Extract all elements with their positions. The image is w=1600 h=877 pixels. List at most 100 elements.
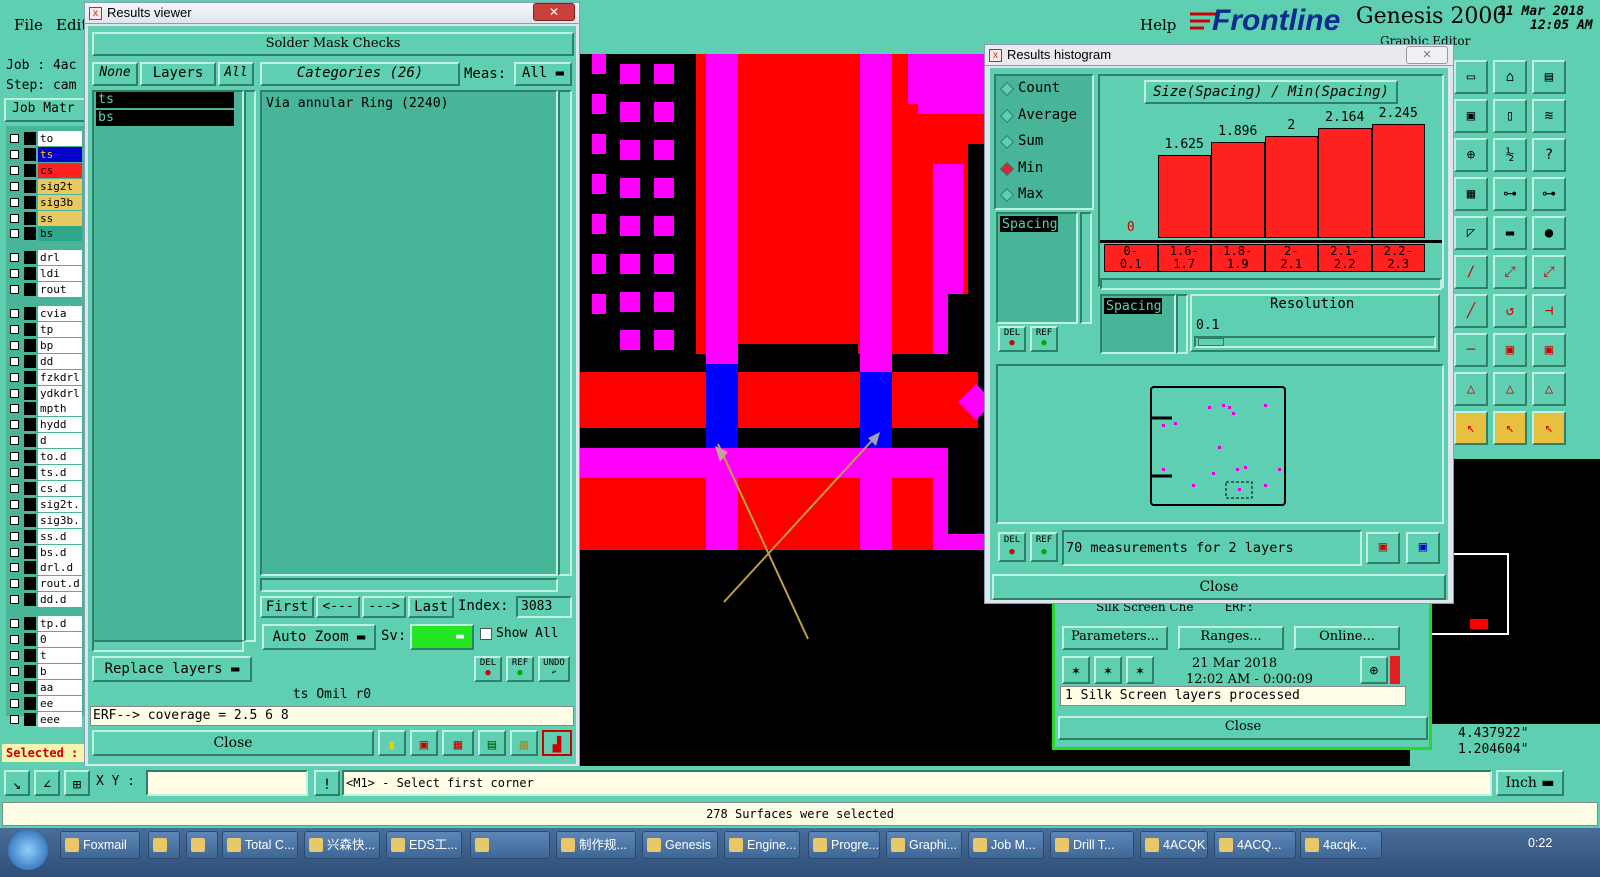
layer-row[interactable]: cvia [8,306,84,322]
units-select[interactable]: Inch ▬ [1496,770,1564,796]
layer-row[interactable]: sig2t [8,178,84,195]
next-button[interactable]: ---> [362,596,406,618]
layer-result-item[interactable]: bs [96,109,234,126]
resolution-slider[interactable] [1194,336,1436,348]
histogram-bar[interactable] [1264,136,1318,238]
layer-checkbox[interactable] [10,563,19,573]
layer-checkbox[interactable] [10,531,19,541]
tool-12-icon[interactable]: ◸ [1454,216,1488,250]
layer-row[interactable]: sig3b. [8,512,84,529]
step-icon[interactable]: ▤ [478,730,506,756]
layer-row[interactable]: drl [8,250,84,266]
taskbar-item[interactable]: Foxmail [60,831,140,859]
tool-1-icon[interactable]: ⌂ [1493,60,1527,94]
bin-label[interactable]: 0- 0.1 [1104,244,1158,272]
categories-button[interactable]: Categories (26) [260,62,460,86]
notes-icon[interactable]: ▥ [510,730,538,756]
layer-checkbox[interactable] [10,483,19,493]
layer-row[interactable]: drl.d [8,560,84,576]
attribute-list[interactable]: Spacing [996,212,1078,324]
layer-row[interactable]: cs [8,162,84,179]
layer-checkbox[interactable] [10,134,19,143]
taskbar-item[interactable]: 4acqk... [1300,831,1382,859]
layer-row[interactable]: eee [8,711,84,728]
spacing-list[interactable]: SpacingCircuit [1100,294,1176,354]
layer-checkbox[interactable] [10,324,19,334]
zoom-select-icon[interactable]: ▣ [1406,532,1440,564]
layer-checkbox[interactable] [10,579,19,589]
auto-zoom-select[interactable]: Auto Zoom ▬ [262,624,376,650]
tool-23-icon[interactable]: ▣ [1532,333,1566,367]
layer-row[interactable]: d [8,433,84,449]
histogram-close-button[interactable]: Close [992,574,1446,600]
online-button[interactable]: Online... [1294,626,1400,650]
undo-button[interactable]: UNDO ↶ [538,656,570,682]
layer-row[interactable]: bs.d [8,544,84,561]
first-button[interactable]: First [260,596,314,618]
tool-17-icon[interactable]: ⤢ [1532,255,1566,289]
tool-18-icon[interactable]: ╱ [1454,294,1488,328]
layer-checkbox[interactable] [10,269,19,279]
layers-button[interactable]: Layers [140,62,216,86]
meas-select[interactable]: All ▬ [514,62,572,86]
menu-edit[interactable]: Edit [56,16,87,34]
tool-26-icon[interactable]: △ [1532,372,1566,406]
layer-row[interactable]: t [8,647,84,664]
layer-checkbox[interactable] [10,356,19,366]
layer-checkbox[interactable] [10,436,19,446]
taskbar-item[interactable] [148,831,180,859]
last-button[interactable]: Last [408,596,454,618]
none-button[interactable]: None [92,62,138,86]
layer-checkbox[interactable] [10,309,19,318]
export-icon[interactable]: ▣ [410,730,438,756]
layer-checkbox[interactable] [10,452,19,462]
layer-checkbox[interactable] [10,468,19,477]
chart-hscrollbar[interactable] [1100,278,1442,290]
taskbar-item[interactable]: Progre... [808,831,880,859]
tool-7-icon[interactable]: ½ [1493,138,1527,172]
layer-row[interactable]: mpth [8,401,84,417]
show-all-checkbox[interactable] [480,628,492,640]
bin-label[interactable]: 1.8- 1.9 [1211,244,1265,272]
tool-16-icon[interactable]: ⤢ [1493,255,1527,289]
spacing-item[interactable]: Spacing [1104,298,1162,314]
snap-icon[interactable]: ↘ [4,770,30,796]
start-button[interactable] [8,830,48,870]
tool-24-icon[interactable]: △ [1454,372,1488,406]
ranges-button[interactable]: Ranges... [1178,626,1284,650]
silk-close-button[interactable]: Close [1058,716,1428,740]
layer-checkbox[interactable] [10,714,19,724]
job-matrix-button[interactable]: Job Matr [4,98,86,122]
layer-checkbox[interactable] [10,698,19,708]
layer-row[interactable]: tp.d [8,616,84,632]
taskbar-item[interactable]: Total C... [222,831,298,859]
layer-row[interactable]: ss [8,210,84,227]
taskbar-item[interactable]: Engine... [724,831,800,859]
tool-19-icon[interactable]: ↺ [1493,294,1527,328]
warning-icon[interactable]: ! [314,770,340,796]
tool-10-icon[interactable]: ⊶ [1493,177,1527,211]
zoom-icon[interactable]: ⊕ [1360,656,1388,684]
layer-checkbox[interactable] [10,499,19,509]
tool-11-icon[interactable]: ⊶ [1532,177,1566,211]
layer-checkbox[interactable] [10,666,19,676]
layer-results-list[interactable] [92,90,244,642]
minimap-board[interactable] [1150,386,1286,506]
layer-row[interactable]: ts [8,146,84,163]
tool-4-icon[interactable]: ▯ [1493,99,1527,133]
layer-row[interactable]: rout.d [8,576,84,592]
tool-29-icon[interactable]: ↖ [1532,411,1566,445]
layer-checkbox[interactable] [10,197,19,207]
histogram-bar[interactable] [1157,155,1211,238]
del-button[interactable]: DEL ● [474,656,502,682]
tool-14-icon[interactable]: ● [1532,216,1566,250]
histogram-bar[interactable] [1371,124,1425,238]
layer-row[interactable]: ts.d [8,465,84,481]
taskbar-item[interactable]: Drill T... [1050,831,1134,859]
tool-28-icon[interactable]: ↖ [1493,411,1527,445]
category-item[interactable]: Via annular Ring (2240) [264,95,556,110]
layer-checkbox[interactable] [10,404,19,414]
layer-row[interactable]: sig2t. [8,496,84,513]
tool-20-icon[interactable]: ⊣ [1532,294,1566,328]
taskbar-item[interactable]: 4ACQK... [1140,831,1208,859]
